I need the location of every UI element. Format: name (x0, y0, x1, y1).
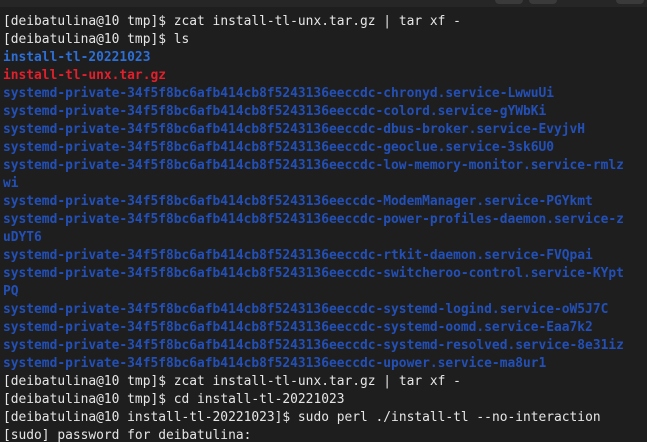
terminal-line: systemd-private-34f5f8bc6afb414cb8f52431… (0, 157, 647, 175)
directory-entry: install-tl-20221023 (3, 50, 151, 65)
terminal-line: [sudo] password for deibatulina: (0, 427, 647, 442)
terminal-line: [deibatulina@10 tmp]$ cd install-tl-2022… (0, 391, 647, 409)
password-prompt: [sudo] password for deibatulina: (3, 428, 252, 442)
shell-command: zcat install-tl-unx.tar.gz | tar xf - (173, 14, 461, 29)
shell-prompt: [deibatulina@10 tmp]$ (3, 392, 174, 407)
terminal-output[interactable]: [deibatulina@10 tmp]$ zcat install-tl-un… (0, 13, 647, 442)
directory-entry: systemd-private-34f5f8bc6afb414cb8f52431… (3, 320, 593, 335)
terminal-line: [deibatulina@10 install-tl-20221023]$ su… (0, 409, 647, 427)
directory-entry: systemd-private-34f5f8bc6afb414cb8f52431… (3, 302, 609, 317)
shell-command: cd install-tl-20221023 (173, 392, 345, 407)
directory-entry: systemd-private-34f5f8bc6afb414cb8f52431… (3, 194, 593, 209)
terminal-line: systemd-private-34f5f8bc6afb414cb8f52431… (0, 193, 647, 211)
terminal-line: install-tl-20221023 (0, 49, 647, 67)
terminal-line: systemd-private-34f5f8bc6afb414cb8f52431… (0, 247, 647, 265)
shell-command: zcat install-tl-unx.tar.gz | tar xf - (173, 374, 461, 389)
terminal-window: [deibatulina@10 tmp]$ zcat install-tl-un… (0, 0, 647, 442)
directory-entry: systemd-private-34f5f8bc6afb414cb8f52431… (3, 86, 555, 101)
shell-command: ls (173, 32, 190, 47)
terminal-line: PQ (0, 283, 647, 301)
titlebar-edge (0, 0, 647, 7)
terminal-line: systemd-private-34f5f8bc6afb414cb8f52431… (0, 121, 647, 139)
terminal-line: systemd-private-34f5f8bc6afb414cb8f52431… (0, 211, 647, 229)
shell-command: sudo perl ./install-tl --no-interaction (297, 410, 601, 425)
directory-entry: systemd-private-34f5f8bc6afb414cb8f52431… (3, 338, 624, 353)
terminal-line: systemd-private-34f5f8bc6afb414cb8f52431… (0, 337, 647, 355)
directory-entry: wi (3, 176, 19, 191)
directory-entry: systemd-private-34f5f8bc6afb414cb8f52431… (3, 122, 586, 137)
terminal-line: wi (0, 175, 647, 193)
terminal-line: [deibatulina@10 tmp]$ zcat install-tl-un… (0, 373, 647, 391)
shell-prompt: [deibatulina@10 tmp]$ (3, 374, 174, 389)
directory-entry: systemd-private-34f5f8bc6afb414cb8f52431… (3, 158, 624, 173)
shell-prompt: [deibatulina@10 tmp]$ (3, 32, 174, 47)
directory-entry: systemd-private-34f5f8bc6afb414cb8f52431… (3, 212, 624, 227)
terminal-line: systemd-private-34f5f8bc6afb414cb8f52431… (0, 355, 647, 373)
terminal-line: systemd-private-34f5f8bc6afb414cb8f52431… (0, 139, 647, 157)
terminal-line: systemd-private-34f5f8bc6afb414cb8f52431… (0, 265, 647, 283)
terminal-line: install-tl-unx.tar.gz (0, 67, 647, 85)
directory-entry: systemd-private-34f5f8bc6afb414cb8f52431… (3, 140, 555, 155)
terminal-line: uDYT6 (0, 229, 647, 247)
directory-entry: PQ (3, 284, 19, 299)
terminal-line: systemd-private-34f5f8bc6afb414cb8f52431… (0, 319, 647, 337)
terminal-line: [deibatulina@10 tmp]$ zcat install-tl-un… (0, 13, 647, 31)
directory-entry: systemd-private-34f5f8bc6afb414cb8f52431… (3, 104, 547, 119)
directory-entry: systemd-private-34f5f8bc6afb414cb8f52431… (3, 266, 624, 281)
shell-prompt: [deibatulina@10 tmp]$ (3, 14, 174, 29)
terminal-line: systemd-private-34f5f8bc6afb414cb8f52431… (0, 301, 647, 319)
titlebar-button[interactable] (495, 0, 523, 4)
shell-prompt: [deibatulina@10 install-tl-20221023]$ (3, 410, 298, 425)
titlebar-button[interactable] (616, 0, 644, 4)
terminal-line: [deibatulina@10 tmp]$ ls (0, 31, 647, 49)
archive-entry: install-tl-unx.tar.gz (3, 68, 166, 83)
directory-entry: uDYT6 (3, 230, 42, 245)
terminal-line: systemd-private-34f5f8bc6afb414cb8f52431… (0, 103, 647, 121)
directory-entry: systemd-private-34f5f8bc6afb414cb8f52431… (3, 356, 547, 371)
terminal-line: systemd-private-34f5f8bc6afb414cb8f52431… (0, 85, 647, 103)
directory-entry: systemd-private-34f5f8bc6afb414cb8f52431… (3, 248, 593, 263)
titlebar-button[interactable] (529, 0, 557, 4)
